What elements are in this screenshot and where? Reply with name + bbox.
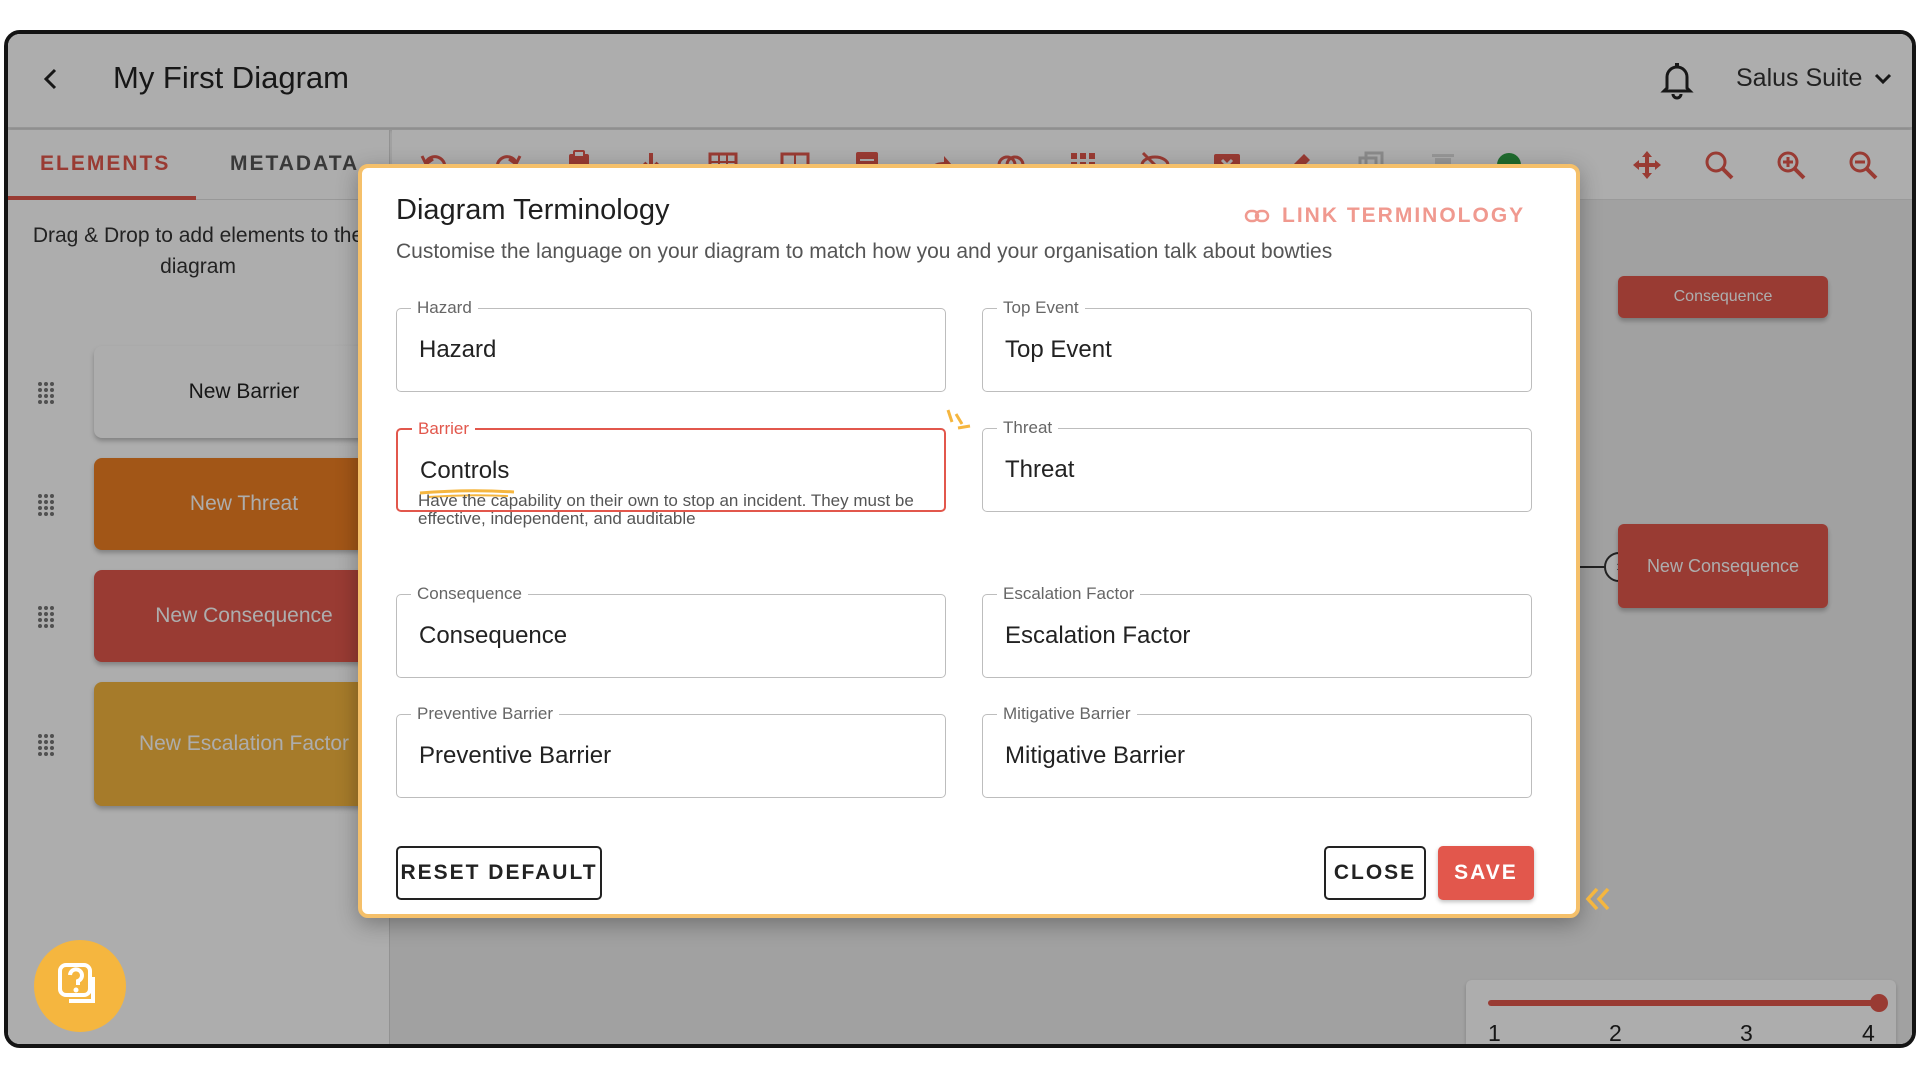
save-button[interactable]: SAVE bbox=[1438, 846, 1534, 900]
dialog-subtitle: Customise the language on your diagram t… bbox=[396, 240, 1333, 263]
hazard-field: Hazard bbox=[396, 297, 946, 392]
help-chat-button[interactable] bbox=[34, 940, 126, 1032]
dialog-title: Diagram Terminology bbox=[396, 194, 670, 226]
mitigative-barrier-field: Mitigative Barrier bbox=[982, 703, 1532, 798]
preventive-barrier-field: Preventive Barrier bbox=[396, 703, 946, 798]
link-terminology-button[interactable]: LINK TERMINOLOGY bbox=[1244, 204, 1525, 228]
hazard-input[interactable] bbox=[419, 335, 919, 365]
reset-default-button[interactable]: RESET DEFAULT bbox=[396, 846, 602, 900]
top-event-label: Top Event bbox=[997, 297, 1085, 319]
chat-help-icon bbox=[58, 963, 95, 1003]
preventive-barrier-label: Preventive Barrier bbox=[411, 703, 560, 725]
consequence-field: Consequence bbox=[396, 583, 946, 678]
consequence-input[interactable] bbox=[419, 621, 919, 651]
app: My First Diagram Salus Suite ELEMENTS ME… bbox=[8, 34, 1912, 1044]
barrier-label: Barrier bbox=[412, 418, 476, 440]
threat-input[interactable] bbox=[1005, 455, 1505, 485]
barrier-helper-text: Have the capability on their own to stop… bbox=[418, 491, 914, 528]
top-event-input[interactable] bbox=[1005, 335, 1505, 365]
app-window: My First Diagram Salus Suite ELEMENTS ME… bbox=[4, 30, 1916, 1048]
threat-field: Threat bbox=[982, 417, 1532, 512]
double-chevron-left-icon[interactable] bbox=[1583, 884, 1613, 914]
mitigative-barrier-label: Mitigative Barrier bbox=[997, 703, 1137, 725]
escalation-factor-label: Escalation Factor bbox=[997, 583, 1141, 605]
barrier-input[interactable] bbox=[420, 456, 920, 486]
terminology-dialog: Diagram Terminology LINK TERMINOLOGY Cus… bbox=[358, 164, 1580, 918]
escalation-factor-input[interactable] bbox=[1005, 621, 1505, 651]
mitigative-barrier-input[interactable] bbox=[1005, 741, 1505, 771]
close-button[interactable]: CLOSE bbox=[1324, 846, 1426, 900]
top-event-field: Top Event bbox=[982, 297, 1532, 392]
escalation-factor-field: Escalation Factor bbox=[982, 583, 1532, 678]
threat-label: Threat bbox=[997, 417, 1059, 439]
link-terminology-label: LINK TERMINOLOGY bbox=[1282, 204, 1526, 227]
sparkle-icon bbox=[946, 409, 971, 430]
link-icon bbox=[1244, 209, 1270, 223]
hazard-label: Hazard bbox=[411, 297, 478, 319]
preventive-barrier-input[interactable] bbox=[419, 741, 919, 771]
consequence-label: Consequence bbox=[411, 583, 528, 605]
